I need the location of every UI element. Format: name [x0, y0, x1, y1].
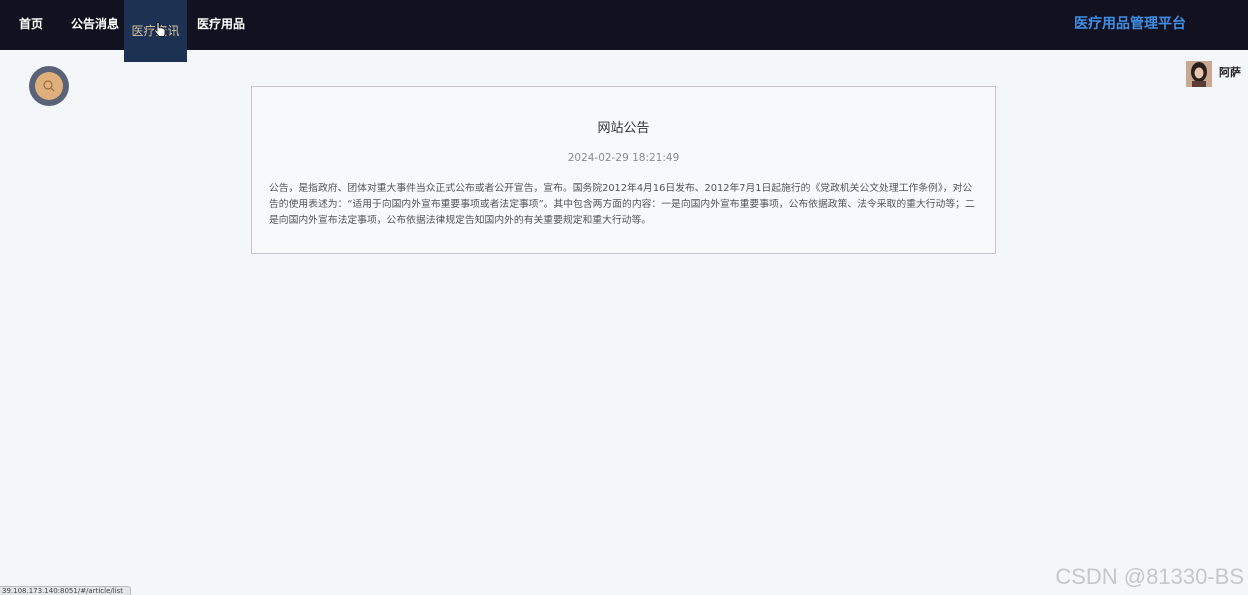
article-date: 2024-02-29 18:21:49	[567, 152, 680, 164]
article-body: 公告，是指政府、团体对重大事件当众正式公布或者公开宣告，宣布。国务院2012年4…	[269, 183, 975, 226]
top-nav-bar: 首页 公告消息 医疗资讯 医疗用品 医疗用品管理平台	[0, 0, 1248, 62]
nav-item-home[interactable]: 首页	[19, 0, 43, 50]
article-title: 网站公告	[597, 121, 650, 136]
status-bar-url: 39.108.173.140:8051/#/article/list	[0, 586, 131, 595]
nav-item-announcements[interactable]: 公告消息	[71, 0, 119, 50]
watermark: CSDN @81330-BS	[1055, 564, 1244, 589]
user-menu[interactable]: 阿萨	[1186, 61, 1241, 87]
brand-title: 医疗用品管理平台	[1074, 16, 1186, 32]
nav-item-medical-supplies[interactable]: 医疗用品	[197, 0, 245, 50]
search-icon	[43, 80, 55, 92]
search-button[interactable]	[29, 66, 69, 106]
article-card: 网站公告 2024-02-29 18:21:49 公告，是指政府、团体对重大事件…	[251, 86, 996, 254]
hand-cursor-icon	[154, 22, 166, 37]
user-name: 阿萨	[1219, 66, 1241, 79]
avatar	[1186, 61, 1212, 87]
